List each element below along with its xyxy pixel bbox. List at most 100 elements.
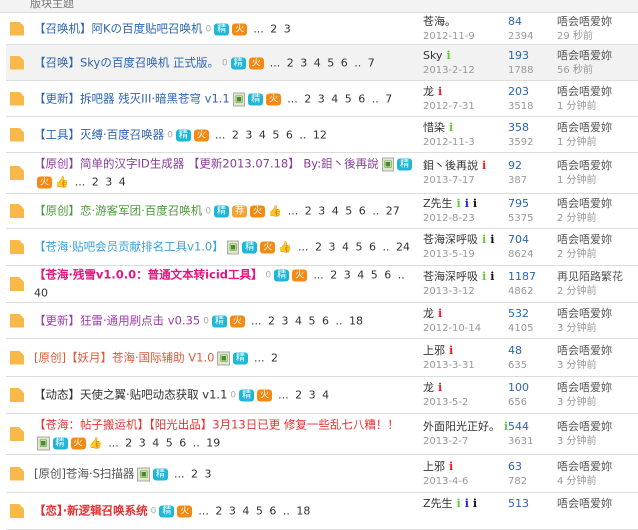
user-info-icon[interactable]: i [473,497,477,510]
user-info-icon[interactable]: i [449,121,453,134]
page-links[interactable]: ... 2 [254,351,278,364]
last-poster-link[interactable]: 唔会唔爱妳 [557,419,612,434]
last-post-time[interactable]: 4 分钟前 [557,474,612,489]
thread-title-link[interactable]: 【原创】简单的汉字ID生成器 【更新2013.07.18】 By:鉬丶後再說 [34,157,379,171]
last-poster-link[interactable]: 唔会唔爱妳 [557,306,612,321]
user-info-icon[interactable]: i [438,85,442,98]
last-poster-link[interactable]: 唔会唔爱妳 [557,120,612,135]
author-link[interactable]: Sky [423,49,442,62]
author-link[interactable]: Z先生 [423,197,453,210]
last-post-time[interactable]: 3 分钟前 [557,395,612,410]
table-row: 【恋】·新逻辑召唤系统 0 精火 ... 2 3 4 5 6 .. 18 Z先生 i i i… [6,493,638,530]
author-cell: 龙 i 2013-5-2 [423,380,468,410]
last-post-time[interactable]: 1 分钟前 [557,135,612,150]
page-links[interactable]: ... 2 3 4 5 6 .. 7 [270,56,375,69]
thread-title-link[interactable]: 【动态】天使之翼·贴吧动态获取 v1.1 [34,388,227,402]
last-post-time[interactable]: 2 分钟前 [557,211,612,226]
author-link[interactable]: 苍海。 [423,15,456,28]
thread-title-link[interactable]: 【更新】狂雷·通用刷点击 v0.35 [34,313,200,327]
page-links[interactable]: ... 2 3 4 5 6 .. 7 [287,92,392,105]
img-badge-icon: ▣ [217,351,230,365]
page-links[interactable]: ... 2 3 4 [75,176,126,189]
thread-title-link[interactable]: 【原创】恋·游客军团·百度召唤机 [34,204,202,218]
thread-title-link[interactable]: 【更新】拆吧器 残灭III·暗黑苍穹 v1.1 [34,91,230,105]
jing-badge-icon: 精 [274,269,290,282]
page-links[interactable]: ... 2 3 4 [278,389,329,402]
thread-title-cell: [原创]【妖月】苍海·国际辅助 V1.0 ▣ 精 ... 2 [34,348,414,367]
user-info-icon[interactable]: i [482,159,486,172]
last-poster-link[interactable]: 唔会唔爱妳 [557,84,612,99]
page-links[interactable]: ... 2 3 4 5 6 .. 27 [288,205,400,218]
last-poster-link[interactable]: 再见陌路繁花 [557,269,623,284]
page-links[interactable]: ... 2 3 4 5 6 .. 24 [298,241,410,254]
thread-title-link[interactable]: [原创]【妖月】苍海·国际辅助 V1.0 [34,350,214,364]
user-info-icon[interactable]: i [465,497,469,510]
thread-title-cell: 【苍海·残雪v1.0.0：普通文本转icid工具】 0 精火... 2 3 4 5 … [34,266,414,303]
last-post-time[interactable]: 1 分钟前 [557,173,612,188]
author-link[interactable]: 龙 [423,381,434,394]
page-links[interactable]: ... 2 3 4 5 6 .. 18 [198,505,310,518]
author-link[interactable]: 外面阳光正好。 [423,420,500,433]
last-post-time[interactable]: 2 分钟前 [557,284,623,299]
author-link[interactable]: 上邪 [423,344,445,357]
thread-title-link[interactable]: 【苍海：帖子搬运机】【阳光出品】3月13日已更 修复一些乱七八糟！！ [34,418,399,432]
last-poster-link[interactable]: 唔会唔爱妳 [557,158,612,173]
last-poster-link[interactable]: 唔会唔爱妳 [557,380,612,395]
last-post-time[interactable]: 29 秒前 [557,29,612,44]
user-info-icon[interactable]: i [446,49,450,62]
author-link[interactable]: 龙 [423,85,434,98]
last-post-cell: 唔会唔爱妳 3 分钟前 [557,306,612,336]
last-post-time[interactable]: 56 秒前 [557,63,612,78]
thread-title-link[interactable]: 【召唤机】阿Kの百度贴吧召唤机 [34,21,203,35]
last-post-time[interactable]: 1 分钟前 [557,99,612,114]
last-post-time[interactable]: 3 分钟前 [557,434,612,449]
last-poster-link[interactable]: 唔会唔爱妳 [557,343,612,358]
last-poster-link[interactable]: 唔会唔爱妳 [557,496,612,511]
page-links[interactable]: ... 2 3 4 5 6 .. 18 [251,314,363,327]
user-info-icon[interactable]: i [449,344,453,357]
user-info-icon[interactable]: i [457,497,461,510]
view-count: 3518 [508,100,534,112]
user-info-icon[interactable]: i [482,270,486,283]
thread-title-link[interactable]: 【苍海·残雪v1.0.0：普通文本转icid工具】 [34,268,263,282]
last-poster-link[interactable]: 唔会唔爱妳 [557,232,612,247]
thread-title-link[interactable]: 【召唤】Skyの百度召唤机 正式版。 [34,55,219,69]
reply-count: 100 [508,381,529,394]
page-links[interactable]: ... 2 3 4 5 6 .. 19 [108,437,220,450]
user-info-icon[interactable]: i [457,197,461,210]
page-links[interactable]: ... 2 3 4 5 6 .. 12 [215,128,327,141]
last-post-time[interactable]: 3 分钟前 [557,358,612,373]
view-count: 656 [508,397,528,408]
user-info-icon[interactable]: i [465,197,469,210]
user-info-icon[interactable]: i [449,460,453,473]
author-link[interactable]: Z先生 [423,497,453,510]
folder-icon [10,91,24,106]
page-links[interactable]: ... 2 3 [253,22,290,35]
thread-title-link[interactable]: 【苍海·贴吧会员贡献排名工具v1.0】 [34,240,224,254]
author-link[interactable]: 鉬丶後再說 [423,159,478,172]
author-link[interactable]: 苍海深呼吸 [423,233,478,246]
thread-title-link[interactable]: 【工具】灭缚·百度召唤器 [34,127,164,141]
thread-title-link[interactable]: [原创]苍海·S扫描器 [34,466,134,480]
last-post-time[interactable]: 3 分钟前 [557,321,612,336]
user-info-icon[interactable]: i [473,197,477,210]
last-poster-link[interactable]: 唔会唔爱妳 [557,48,612,63]
user-info-icon[interactable]: i [438,381,442,394]
last-poster-link[interactable]: 唔会唔爱妳 [557,196,612,211]
thread-title-link[interactable]: 【恋】·新逻辑召唤系统 [34,504,148,518]
author-link[interactable]: 龙 [423,307,434,320]
user-info-icon[interactable]: i [490,270,494,283]
stats-cell: 48 635 [508,343,527,373]
jing-badge-icon: 精 [52,437,68,450]
user-info-icon[interactable]: i [482,233,486,246]
author-link[interactable]: 上邪 [423,460,445,473]
last-poster-link[interactable]: 唔会唔爱妳 [557,459,612,474]
author-link[interactable]: 惜染 [423,121,445,134]
page-links[interactable]: ... 2 3 [174,467,211,480]
user-info-icon[interactable]: i [438,307,442,320]
last-poster-link[interactable]: 唔会唔爱妳 [557,14,612,29]
user-info-icon[interactable]: i [490,233,494,246]
clip-badge-icon: 0 [150,506,157,517]
last-post-time[interactable]: 2 分钟前 [557,247,612,262]
author-link[interactable]: 苍海深呼吸 [423,270,478,283]
